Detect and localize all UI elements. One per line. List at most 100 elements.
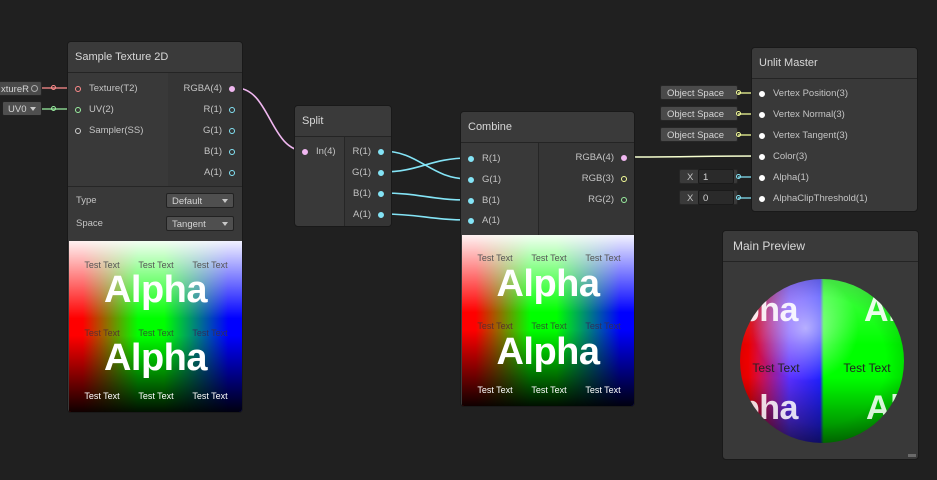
port-b-output[interactable]: B(1) bbox=[156, 142, 236, 162]
x-label: X bbox=[687, 172, 694, 183]
preview-text: Test Text bbox=[531, 253, 567, 263]
panel-title: Main Preview bbox=[723, 231, 918, 262]
clip-input-pill[interactable]: X 0 bbox=[679, 190, 738, 205]
port-a-output[interactable]: A(1) bbox=[345, 205, 385, 225]
resize-handle[interactable] bbox=[908, 454, 916, 457]
vertex-tangent-space-pill[interactable]: Object Space bbox=[660, 127, 738, 142]
port-rgba-output[interactable]: RGBA(4) bbox=[156, 79, 236, 99]
port-g-output[interactable]: G(1) bbox=[345, 163, 385, 183]
port-rg-output[interactable]: RG(2) bbox=[548, 190, 628, 210]
port-a-output[interactable]: A(1) bbox=[156, 163, 236, 183]
space-label-text: Space bbox=[76, 218, 103, 229]
port-label: B(1) bbox=[482, 195, 500, 206]
sphere-test-text: Test Text bbox=[752, 361, 800, 375]
preview-text: Test Text bbox=[585, 321, 621, 331]
port-r-output[interactable]: R(1) bbox=[345, 142, 385, 162]
pill-port bbox=[736, 174, 741, 179]
external-texture-field[interactable]: xtureR bbox=[0, 81, 42, 96]
texture-preview: Test Text Test Text Test Text Alpha Test… bbox=[69, 241, 242, 412]
port-rgb-output[interactable]: RGB(3) bbox=[548, 169, 628, 189]
rgb-port-dot bbox=[621, 176, 627, 182]
main-preview-panel[interactable]: Main Preview Alpha Alpha Test Text Test … bbox=[722, 230, 919, 460]
pill-port bbox=[736, 90, 741, 95]
b-port-dot bbox=[229, 149, 235, 155]
port-b-output[interactable]: B(1) bbox=[345, 184, 385, 204]
preview-text: Test Text bbox=[585, 253, 621, 263]
port-label: G(1) bbox=[203, 125, 222, 136]
vertex-normal-space-pill[interactable]: Object Space bbox=[660, 106, 738, 121]
port-label: In(4) bbox=[316, 146, 336, 157]
preview-text: Test Text bbox=[477, 385, 513, 395]
pill-port bbox=[736, 195, 741, 200]
alpha-value-field[interactable]: 1 bbox=[698, 169, 734, 184]
port-label: RGBA(4) bbox=[575, 152, 614, 163]
split-node[interactable]: Split In(4) R(1) G(1) B(1) A(1) bbox=[294, 105, 392, 227]
in-port-dot bbox=[302, 149, 308, 155]
preview-text: Test Text bbox=[192, 391, 228, 401]
uv-channel-dropdown[interactable]: UV0 bbox=[2, 101, 42, 116]
type-dropdown[interactable]: Default bbox=[166, 193, 234, 208]
alpha-input-pill[interactable]: X 1 bbox=[679, 169, 738, 184]
sampler-port-dot bbox=[75, 128, 81, 134]
vertex-position-dot bbox=[759, 91, 765, 97]
rgba-port-dot bbox=[229, 86, 235, 92]
g-port-dot bbox=[378, 170, 384, 176]
clip-value-field[interactable]: 0 bbox=[698, 190, 734, 205]
rg-port-dot bbox=[621, 197, 627, 203]
unlit-master-node[interactable]: Unlit Master Vertex Position(3) Vertex N… bbox=[751, 47, 918, 212]
r-port-dot bbox=[378, 149, 384, 155]
external-texture-label: xtureR bbox=[1, 84, 29, 95]
sphere-alpha-text: Alpha bbox=[864, 291, 904, 329]
pill-port bbox=[736, 111, 741, 116]
port-label: RGBA(4) bbox=[183, 83, 222, 94]
port-label: R(1) bbox=[203, 104, 222, 115]
port-label: Alpha(1) bbox=[773, 172, 809, 183]
vertex-tangent-dot bbox=[759, 133, 765, 139]
sphere-alpha-text: Alpha bbox=[740, 389, 798, 427]
b-port-dot bbox=[378, 191, 384, 197]
object-picker-icon[interactable] bbox=[31, 85, 38, 92]
g-port-dot bbox=[468, 177, 474, 183]
port-g-output[interactable]: G(1) bbox=[156, 121, 236, 141]
pill-port bbox=[736, 132, 741, 137]
chevron-down-icon bbox=[222, 199, 228, 203]
pill-label: Object Space bbox=[667, 109, 725, 120]
sphere-test-text: Test Text bbox=[843, 361, 891, 375]
preview-alpha-text: Alpha bbox=[496, 263, 600, 305]
port-label: RG(2) bbox=[588, 194, 614, 205]
preview-text: Test Text bbox=[531, 321, 567, 331]
space-dropdown[interactable]: Tangent bbox=[166, 216, 234, 231]
pill-label: Object Space bbox=[667, 130, 725, 141]
type-label: Type bbox=[76, 191, 97, 211]
port-label: G(1) bbox=[482, 174, 501, 185]
divider bbox=[68, 186, 242, 187]
preview-text: Test Text bbox=[477, 321, 513, 331]
b-port-dot bbox=[468, 198, 474, 204]
alpha-clip-dot bbox=[759, 196, 765, 202]
wire-b-to-b bbox=[381, 192, 470, 201]
divider bbox=[538, 143, 539, 235]
wire-a-to-a bbox=[381, 213, 470, 221]
combine-node[interactable]: Combine R(1) G(1) B(1) A(1) RGBA(4) RGB(… bbox=[460, 111, 635, 407]
sphere-alpha-text: Alpha bbox=[740, 291, 798, 329]
preview-text: Test Text bbox=[585, 385, 621, 395]
port-rgba-output[interactable]: RGBA(4) bbox=[548, 148, 628, 168]
external-uv-port[interactable] bbox=[51, 106, 56, 111]
sample-texture-2d-node[interactable]: Sample Texture 2D Texture(T2) UV(2) Samp… bbox=[67, 41, 243, 413]
type-label-text: Type bbox=[76, 195, 97, 206]
port-label: AlphaClipThreshold(1) bbox=[773, 193, 868, 204]
vertex-position-space-pill[interactable]: Object Space bbox=[660, 85, 738, 100]
preview-text: Test Text bbox=[84, 391, 120, 401]
sphere-alpha-text: Alpha bbox=[866, 389, 904, 427]
space-value: Tangent bbox=[172, 219, 206, 230]
port-label: Color(3) bbox=[773, 151, 808, 162]
port-label: R(1) bbox=[352, 146, 371, 157]
preview-text: Test Text bbox=[477, 253, 513, 263]
port-label: Vertex Tangent(3) bbox=[773, 130, 848, 141]
external-texture-port[interactable] bbox=[51, 85, 56, 90]
r-port-dot bbox=[229, 107, 235, 113]
uv-channel-value: UV0 bbox=[8, 104, 27, 115]
port-label: Vertex Normal(3) bbox=[773, 109, 845, 120]
a-port-dot bbox=[468, 218, 474, 224]
port-r-output[interactable]: R(1) bbox=[156, 100, 236, 120]
